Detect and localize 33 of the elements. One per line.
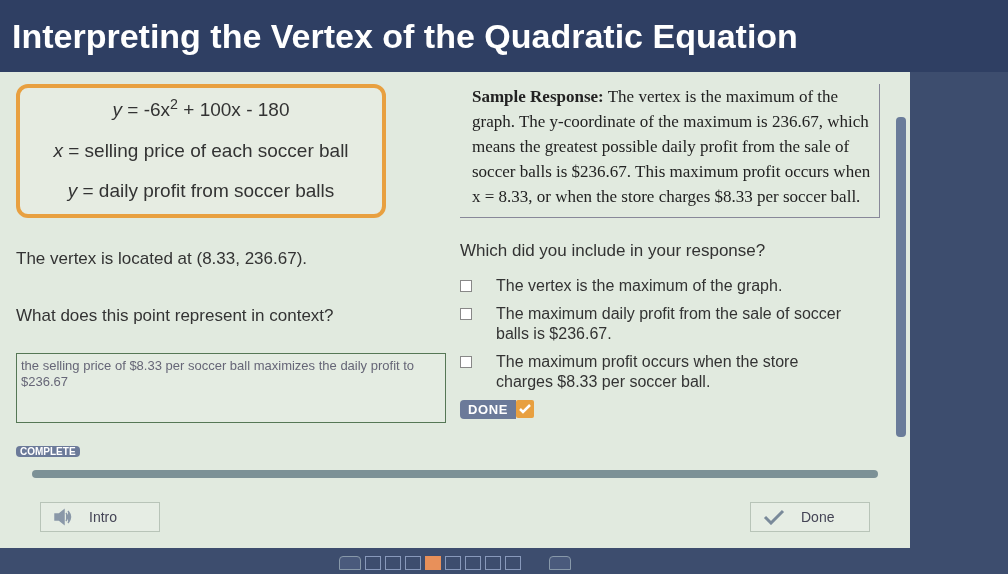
equation: y = -6x$^{2}$ + 100x - 180 [112,96,290,122]
previous-page-button[interactable] [339,556,361,570]
page-title: Interpreting the Vertex of the Quadratic Equation [12,15,798,57]
done-button[interactable]: Done [750,502,870,532]
next-page-button[interactable] [549,556,571,570]
done-badge: DONE [460,399,517,419]
page-indicator[interactable] [485,556,501,570]
checklist-item: The maximum profit occurs when the store charges $8.33 per soccer ball. [496,351,800,392]
checkbox[interactable] [460,279,472,292]
definition-text: y = daily profit from soccer balls [67,179,335,203]
answer-box[interactable]: the selling price of $8.33 per soccer ball maximizes the daily profit to $236.67 [16,352,446,423]
checkbox[interactable] [460,355,472,368]
page-indicator[interactable] [405,556,421,570]
sample-response: Sample Response: The vertex is the maximum of the graph. The y-coordinate of the maximum is 236.67, which means the greatest possible daily profit from the sale of soccer balls is $236.67. This maximum profit occurs when x = 8.33, or when the store charges $8.33 per soccer ball. [472,86,871,208]
question-text: What does this point represent in context? [16,305,335,327]
checkmark-icon [516,400,535,419]
checklist-item: The vertex is the maximum of the graph. [496,275,784,296]
status-badge: COMPLETE [16,445,80,457]
page-indicator[interactable] [465,556,481,570]
page-indicator[interactable] [445,556,461,570]
page-indicator[interactable] [385,556,401,570]
checklist-item: The maximum daily profit from the sale of soccer balls is $236.67. [496,303,842,344]
definition-text: x = selling price of each soccer ball [53,138,349,163]
page-indicator[interactable] [505,556,521,570]
intro-button[interactable]: Intro [40,502,160,532]
scrollbar[interactable] [896,117,906,437]
vertex-statement: The vertex is located at (8.33, 236.67). [16,247,309,270]
checkbox[interactable] [460,307,472,320]
horizontal-scrollbar[interactable] [32,470,878,478]
checkmark-icon [763,509,785,525]
checklist-prompt: Which did you include in your response? [460,240,767,262]
speaker-icon [53,508,73,526]
page-indicator[interactable] [365,556,381,570]
